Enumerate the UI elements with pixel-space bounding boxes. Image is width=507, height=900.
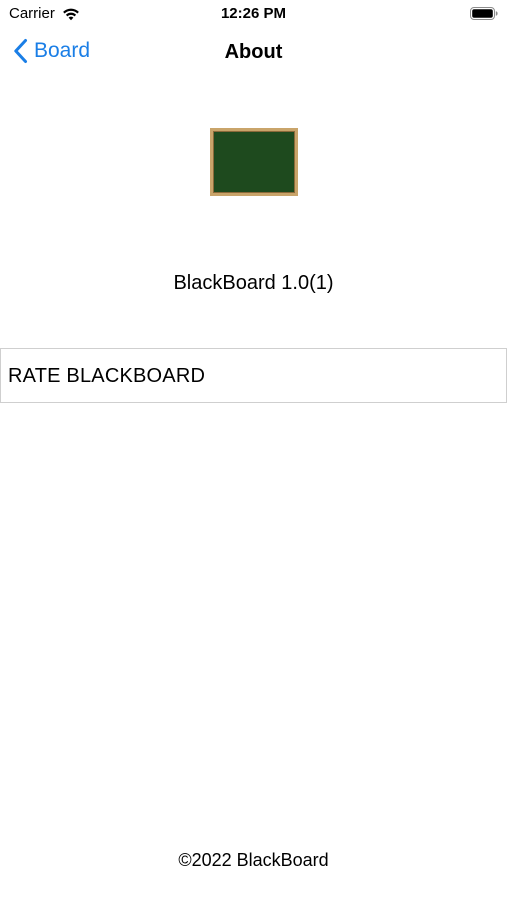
rate-app-button[interactable]: RATE BLACKBOARD — [0, 348, 507, 403]
about-screen: Carrier 12:26 PM Board About BlackBoard … — [0, 0, 507, 900]
battery-icon — [470, 7, 498, 20]
copyright-label: ©2022 BlackBoard — [178, 850, 329, 870]
status-time: 12:26 PM — [220, 5, 287, 22]
page-title: About — [224, 41, 283, 63]
app-version-label: BlackBoard 1.0(1) — [173, 272, 334, 294]
status-bar: Carrier 12:26 PM — [0, 0, 507, 28]
rate-app-label: RATE BLACKBOARD — [8, 365, 206, 387]
app-logo-image — [210, 128, 298, 196]
navigation-bar: Board About — [0, 28, 507, 78]
